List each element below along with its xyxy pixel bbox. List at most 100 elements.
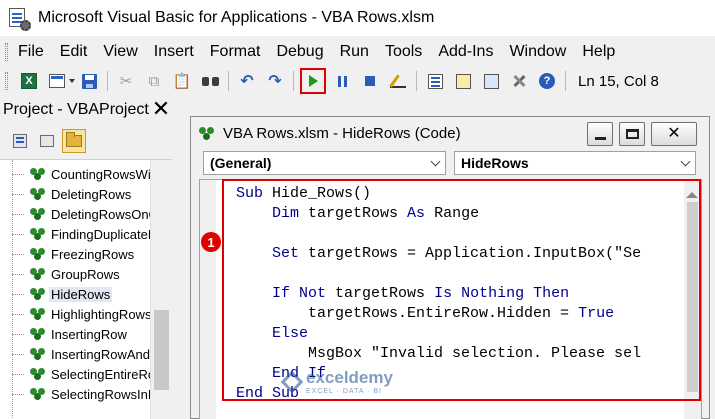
maximize-button[interactable] <box>619 122 645 146</box>
menu-add-ins[interactable]: Add-Ins <box>431 43 502 61</box>
menu-debug[interactable]: Debug <box>269 43 332 61</box>
tree-item-label: GroupRows <box>51 266 120 282</box>
run-icon[interactable] <box>308 75 318 87</box>
menu-help[interactable]: Help <box>575 43 624 61</box>
tree-item[interactable]: CountingRowsWit <box>0 164 156 184</box>
code-keyword: If Not <box>236 285 336 302</box>
code-line[interactable]: targetRows.EntireRow.Hidden = True <box>236 304 614 324</box>
tree-item-label: SelectingEntireRo <box>51 366 156 382</box>
margin-indicator-bar[interactable] <box>200 180 216 419</box>
module-icon <box>30 367 46 381</box>
module-icon <box>30 387 46 401</box>
close-button[interactable]: ✕ <box>651 122 697 146</box>
design-mode-icon[interactable] <box>387 70 409 92</box>
tree-item-label: FreezingRows <box>51 246 135 262</box>
chevron-down-icon <box>680 156 691 166</box>
tree-item[interactable]: DeletingRowsOnC <box>0 204 160 224</box>
tree-item[interactable]: FreezingRows <box>0 244 136 264</box>
properties-icon[interactable] <box>452 70 474 92</box>
module-icon <box>30 327 46 341</box>
menu-run[interactable]: Run <box>333 43 378 61</box>
code-line[interactable]: Sub Hide_Rows() <box>236 184 371 204</box>
title-bar: Microsoft Visual Basic for Applications … <box>0 0 715 36</box>
menu-insert[interactable]: Insert <box>147 43 203 61</box>
reset-icon[interactable] <box>359 70 381 92</box>
code-text: targetRows <box>308 205 408 222</box>
redo-icon[interactable]: ↷ <box>264 70 286 92</box>
window-controls: ✕ <box>581 122 697 146</box>
tree-scrollbar-thumb[interactable] <box>154 310 169 390</box>
module-icon <box>30 247 46 261</box>
tree-item[interactable]: SelectingEntireRo <box>0 364 157 384</box>
tree-item-label: HighlightingRows <box>51 306 152 322</box>
view-code-icon[interactable] <box>8 129 32 153</box>
tree-item[interactable]: SelectingRowsInR <box>0 384 159 404</box>
break-icon[interactable] <box>331 70 353 92</box>
menu-file[interactable]: File <box>15 43 53 61</box>
project-explorer-header: Project - VBAProject ✕ <box>0 97 172 123</box>
toolbar-separator <box>416 71 417 91</box>
tree-item-selected[interactable]: HideRows <box>0 284 113 304</box>
insert-dropdown-icon[interactable] <box>69 79 75 83</box>
code-text: targetRows <box>335 285 435 302</box>
toggle-folders-icon[interactable] <box>62 129 86 153</box>
procedure-dropdown[interactable]: HideRows <box>454 151 696 175</box>
code-scrollbar[interactable] <box>684 180 701 419</box>
tree-item-label: InsertingRow <box>51 326 127 342</box>
code-text: MsgBox "Invalid selection. Please sel <box>236 345 642 362</box>
insert-module-icon[interactable] <box>46 70 68 92</box>
toolbox-icon[interactable] <box>508 70 530 92</box>
menu-edit[interactable]: Edit <box>53 43 97 61</box>
menu-grip <box>5 43 8 61</box>
code-keyword: True <box>578 305 615 322</box>
save-icon[interactable] <box>78 70 100 92</box>
watermark-tagline: EXCEL · DATA · BI <box>306 388 382 395</box>
tree-scrollbar[interactable] <box>150 160 172 419</box>
maximize-icon <box>625 129 639 139</box>
module-icon <box>30 227 46 241</box>
undo-icon[interactable]: ↶ <box>236 70 258 92</box>
menu-view[interactable]: View <box>96 43 146 61</box>
tree-item[interactable]: GroupRows <box>0 264 122 284</box>
object-dropdown[interactable]: (General) <box>203 151 446 175</box>
find-icon[interactable] <box>199 70 221 92</box>
object-browser-icon[interactable] <box>480 70 502 92</box>
code-editor[interactable]: Sub Hide_Rows() Dim targetRows As Range … <box>199 179 702 419</box>
code-keyword: Sub <box>236 185 273 202</box>
view-object-icon[interactable] <box>35 129 59 153</box>
code-keyword: Else <box>236 325 309 342</box>
menu-bar: File Edit View Insert Format Debug Run T… <box>0 38 715 66</box>
copy-icon[interactable]: ⧉ <box>143 70 165 92</box>
project-explorer-icon[interactable] <box>424 70 446 92</box>
toolbar-separator <box>565 71 566 91</box>
code-keyword: As <box>407 205 435 222</box>
code-line[interactable]: If Not targetRows Is Nothing Then <box>236 284 569 304</box>
module-icon <box>30 307 46 321</box>
help-icon[interactable]: ? <box>536 70 558 92</box>
paste-icon[interactable]: 📋 <box>171 70 193 92</box>
cut-icon[interactable]: ✂ <box>115 70 137 92</box>
code-line[interactable]: Set targetRows = Application.InputBox("S… <box>236 244 641 264</box>
close-icon[interactable]: ✕ <box>150 98 172 121</box>
minimize-button[interactable] <box>587 122 613 146</box>
tree-item[interactable]: HighlightingRows <box>0 304 153 324</box>
chevron-down-icon <box>430 156 441 166</box>
code-scrollbar-track[interactable] <box>687 202 698 392</box>
menu-window[interactable]: Window <box>502 43 575 61</box>
tree-item-label: CountingRowsWit <box>51 166 155 182</box>
run-button-highlight <box>300 68 326 94</box>
tree-item-label: DeletingRows <box>51 186 132 202</box>
excel-icon[interactable]: X <box>18 70 40 92</box>
tree-item[interactable]: InsertingRow <box>0 324 129 344</box>
scroll-up-icon[interactable] <box>686 186 698 198</box>
tree-item[interactable]: InsertingRowAnd( <box>0 344 156 364</box>
menu-format[interactable]: Format <box>203 43 270 61</box>
code-line[interactable]: Else <box>236 324 308 344</box>
code-line[interactable]: MsgBox "Invalid selection. Please sel <box>236 344 641 364</box>
tree-item[interactable]: FindingDuplicateR <box>0 224 159 244</box>
code-line[interactable]: Dim targetRows As Range <box>236 204 479 224</box>
menu-tools[interactable]: Tools <box>378 43 431 61</box>
tree-item[interactable]: DeletingRows <box>0 184 133 204</box>
exceldemy-logo-icon <box>282 372 302 392</box>
toolbar-separator <box>228 71 229 91</box>
